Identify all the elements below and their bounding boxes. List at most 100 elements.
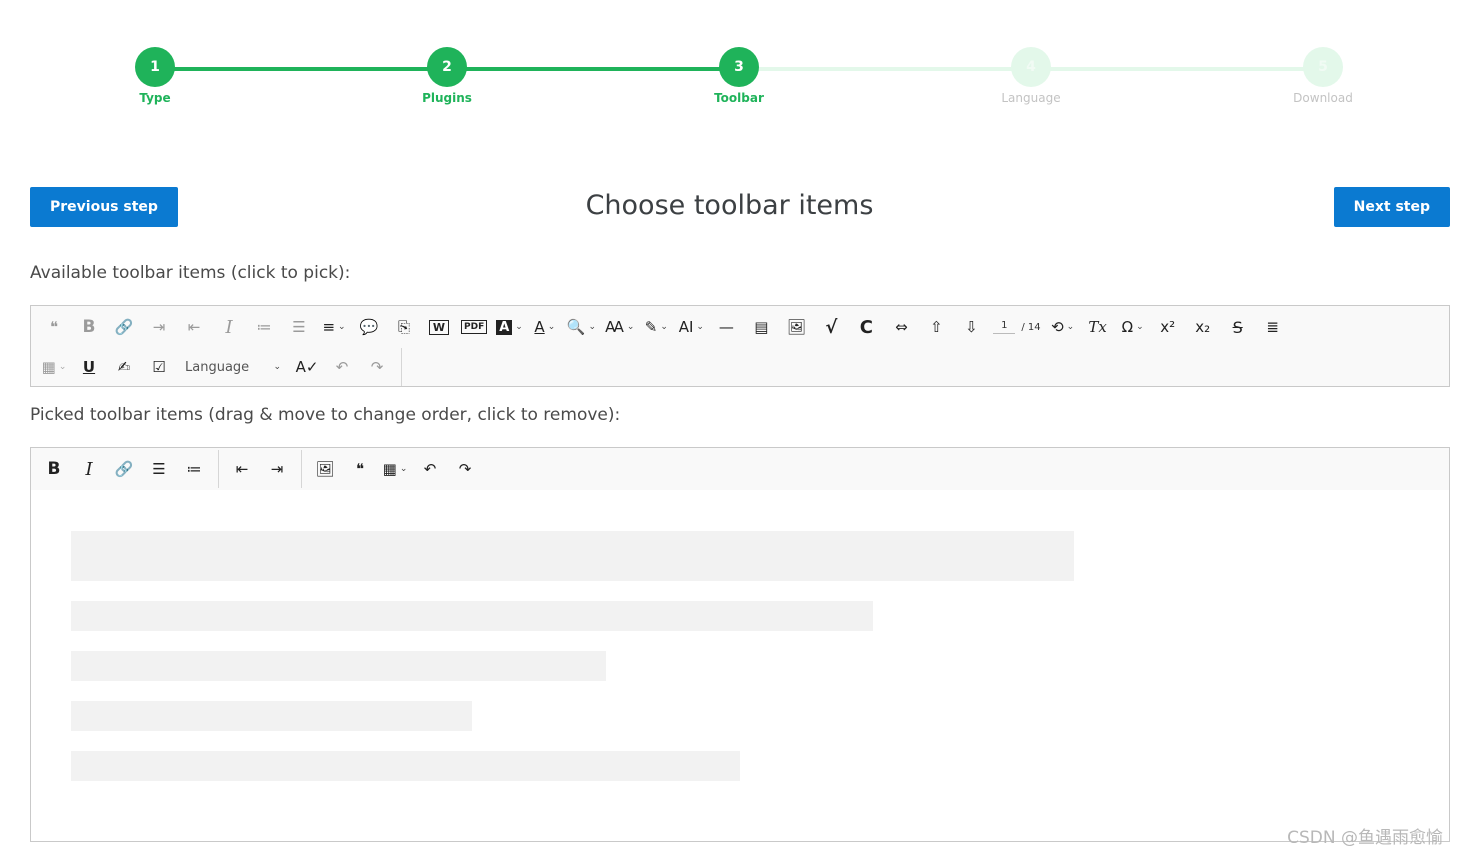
strikethrough-button[interactable]: S <box>1223 312 1253 342</box>
previous-page-icon: ⇧ <box>930 318 943 336</box>
export-html-icon: ⎘ <box>397 318 410 336</box>
image-button[interactable]: 🖼 <box>310 454 340 484</box>
step-number: 5 <box>1303 47 1343 87</box>
step-download[interactable]: 5 Download <box>1263 47 1383 105</box>
bold-button[interactable]: B <box>74 312 104 342</box>
history-button[interactable]: ⟲ ⌄ <box>1048 312 1078 342</box>
editor-preview[interactable] <box>30 490 1450 842</box>
numbered-list-button[interactable]: ≔ <box>179 454 209 484</box>
content-placeholder-line <box>71 751 740 781</box>
undo-button[interactable]: ↶ <box>415 454 445 484</box>
next-page-button[interactable]: ⇩ <box>956 312 986 342</box>
chevron-down-icon: ⌄ <box>515 322 523 332</box>
image-button[interactable]: 🖼 <box>781 312 811 342</box>
font-family-icon: Ꜳ <box>605 318 624 336</box>
chevron-down-icon: ⌄ <box>660 322 668 332</box>
page-break-button[interactable]: ⇔ <box>886 312 916 342</box>
find-replace-button[interactable]: 🔍 ⌄ <box>565 312 598 342</box>
html-embed-button[interactable]: ▤ <box>746 312 776 342</box>
step-label: Language <box>1001 91 1061 105</box>
math-button[interactable]: √ <box>816 312 846 342</box>
bulleted-list-button[interactable]: ☰ <box>144 454 174 484</box>
todo-list-button[interactable]: ☑ <box>144 352 174 382</box>
font-size-icon: AI <box>678 318 694 336</box>
spell-check-button[interactable]: A✓ <box>292 352 322 382</box>
next-step-button[interactable]: Next step <box>1333 187 1450 227</box>
page-number-input[interactable]: 1 <box>993 320 1016 334</box>
table-button[interactable]: ▦ ⌄ <box>380 454 410 484</box>
next-page-icon: ⇩ <box>965 318 978 336</box>
chevron-down-icon: ⌄ <box>338 322 346 332</box>
link-button[interactable]: 🔗 <box>109 312 139 342</box>
block-quote-icon: ❝ <box>355 460 365 478</box>
progress-stepper: 1 Type 2 Plugins 3 Toolbar 4 Language 5 Download <box>0 0 1459 130</box>
picked-items-label: Picked toolbar items (drag & move to cha… <box>30 405 621 425</box>
math-icon: √ <box>825 316 838 338</box>
available-toolbar-row-1: ❝ B 🔗 ⇥ ⇤ I ≔ ☰ ≡ ⌄ 💬 ⎘ W PDF A ⌄ A ⌄ 🔍 ⌄ Ꜳ ⌄ ✎ ⌄ AI ⌄ — ▤ 🖼 √ C ⇔ ⇧ ⇩ 1/ … <box>39 310 1293 344</box>
picked-toolbar-row: B I 🔗 ☰ ≔ ⇤ ⇥ 🖼 ❝ ▦ ⌄ ↶ ↷ <box>39 450 485 488</box>
italic-button[interactable]: I <box>74 454 104 484</box>
step-number: 2 <box>427 47 467 87</box>
comment-button[interactable]: 💬 <box>354 312 384 342</box>
undo-button[interactable]: ↶ <box>327 352 357 382</box>
superscript-button[interactable]: x² <box>1153 312 1183 342</box>
indent-icon: ⇥ <box>152 318 166 336</box>
export-word-button[interactable]: W <box>424 312 454 342</box>
highlight-button[interactable]: ✎ ⌄ <box>641 312 671 342</box>
available-toolbar: ❝ B 🔗 ⇥ ⇤ I ≔ ☰ ≡ ⌄ 💬 ⎘ W PDF A ⌄ A ⌄ 🔍 ⌄ Ꜳ ⌄ ✎ ⌄ AI ⌄ — ▤ 🖼 √ C ⇔ ⇧ ⇩ 1/ … <box>30 305 1450 387</box>
restricted-editing-button[interactable]: ≣ <box>1258 312 1288 342</box>
italic-button[interactable]: I <box>214 312 244 342</box>
table-icon: ▦ <box>41 358 56 376</box>
underline-button[interactable]: U <box>74 352 104 382</box>
step-toolbar[interactable]: 3 Toolbar <box>679 47 799 105</box>
chevron-down-icon: ⌄ <box>399 464 408 474</box>
numbered-list-button[interactable]: ≔ <box>249 312 279 342</box>
code-button[interactable]: C <box>851 312 881 342</box>
link-icon: 🔗 <box>114 318 134 336</box>
outdent-button[interactable]: ⇤ <box>179 312 209 342</box>
export-pdf-button[interactable]: PDF <box>459 312 489 342</box>
text-part-language-icon: ✍ <box>117 358 131 376</box>
subscript-button[interactable]: x₂ <box>1188 312 1218 342</box>
redo-button[interactable]: ↷ <box>362 352 392 382</box>
page-navigation[interactable]: 1 / 14 <box>991 312 1042 342</box>
alignment-button[interactable]: ≡ ⌄ <box>319 312 349 342</box>
indent-button[interactable]: ⇥ <box>144 312 174 342</box>
picked-toolbar: B I 🔗 ☰ ≔ ⇤ ⇥ 🖼 ❝ ▦ ⌄ ↶ ↷ <box>30 447 1450 491</box>
outdent-button[interactable]: ⇤ <box>227 454 257 484</box>
bold-button[interactable]: B <box>39 454 69 484</box>
link-button[interactable]: 🔗 <box>109 454 139 484</box>
text-part-language-button[interactable]: ✍ <box>109 352 139 382</box>
horizontal-line-button[interactable]: — <box>711 312 741 342</box>
todo-list-icon: ☑ <box>152 358 166 376</box>
step-plugins[interactable]: 2 Plugins <box>387 47 507 105</box>
content-placeholder-line <box>71 601 873 631</box>
font-size-button[interactable]: AI ⌄ <box>676 312 706 342</box>
indent-button[interactable]: ⇥ <box>262 454 292 484</box>
table-button[interactable]: ▦ ⌄ <box>39 352 69 382</box>
step-number: 4 <box>1011 47 1051 87</box>
alignment-icon: ≡ <box>322 318 336 336</box>
font-background-color-button[interactable]: A ⌄ <box>494 312 525 342</box>
code-icon: C <box>859 316 873 338</box>
bulleted-list-button[interactable]: ☰ <box>284 312 314 342</box>
chevron-down-icon: ⌄ <box>1066 322 1075 332</box>
image-icon: 🖼 <box>786 318 806 336</box>
font-family-button[interactable]: Ꜳ ⌄ <box>603 312 636 342</box>
step-language[interactable]: 4 Language <box>971 47 1091 105</box>
language-dropdown[interactable]: Language ⌄ <box>179 352 287 382</box>
block-quote-button[interactable]: ❝ <box>345 454 375 484</box>
font-color-button[interactable]: A ⌄ <box>530 312 560 342</box>
find-replace-icon: 🔍 <box>566 318 586 336</box>
language-dropdown-label: Language <box>185 359 250 375</box>
block-quote-button[interactable]: ❝ <box>39 312 69 342</box>
step-type[interactable]: 1 Type <box>95 47 215 105</box>
previous-page-button[interactable]: ⇧ <box>921 312 951 342</box>
italic-icon: I <box>225 316 233 338</box>
export-html-button[interactable]: ⎘ <box>389 312 419 342</box>
remove-format-button[interactable]: Tx <box>1083 312 1113 342</box>
redo-button[interactable]: ↷ <box>450 454 480 484</box>
previous-step-button[interactable]: Previous step <box>30 187 178 227</box>
chevron-down-icon: ⌄ <box>626 322 635 332</box>
special-characters-button[interactable]: Ω ⌄ <box>1118 312 1148 342</box>
